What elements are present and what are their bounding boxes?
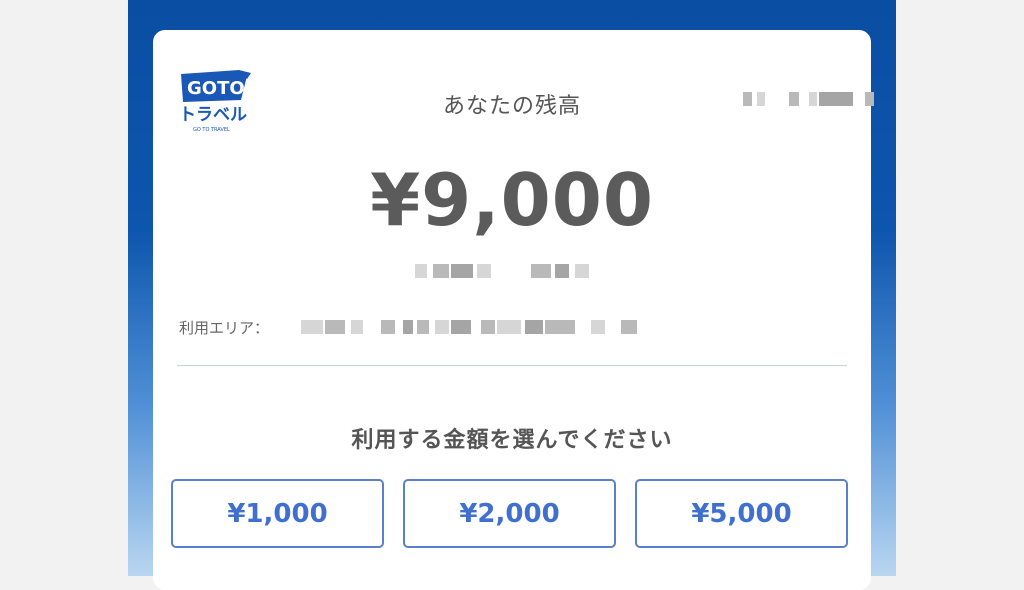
amount-5000-button[interactable]: ¥5,000	[635, 479, 848, 548]
area-label: 利用エリア：	[179, 319, 270, 337]
amount-1000-button[interactable]: ¥1,000	[171, 479, 384, 548]
area-row: 利用エリア：	[179, 317, 269, 337]
balance-card: GOTO トラベル GO TO TRAVEL あなたの残高 ¥9,000 利用エ…	[153, 30, 874, 590]
amount-2000-button[interactable]: ¥2,000	[403, 479, 616, 548]
amount-select-prompt: 利用する金額を選んでください	[351, 428, 673, 453]
balance-amount: ¥9,000	[370, 158, 654, 242]
logo-sub-text: GO TO TRAVEL	[193, 127, 230, 133]
masked-expiry-info	[415, 264, 611, 278]
masked-area-value	[301, 320, 641, 334]
app-background: GOTO トラベル GO TO TRAVEL あなたの残高 ¥9,000 利用エ…	[128, 0, 896, 590]
divider	[177, 365, 847, 366]
masked-account-info	[713, 92, 874, 106]
